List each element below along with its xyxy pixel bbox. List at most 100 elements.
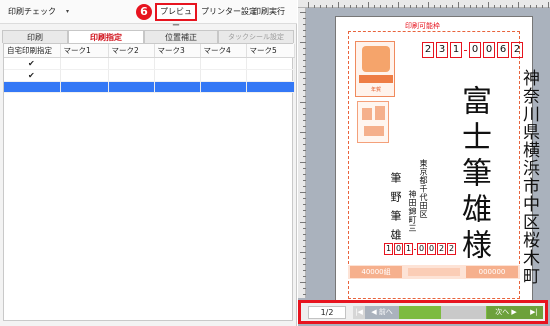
table-cell[interactable] [246,57,295,70]
ruler-tick [536,5,537,8]
lottery-strip: 40000組 000000 [348,265,520,279]
ruler-tick [300,72,306,73]
ruler-tick [303,216,306,217]
tab-position-adjust[interactable]: 位置補正 [144,30,218,43]
slider-thumb[interactable] [441,306,486,319]
tab-print-settings[interactable]: 印刷指定 [68,30,144,44]
table-cell[interactable] [108,81,155,93]
lottery-group-label: 40000組 [350,266,402,278]
table-cell[interactable] [200,57,247,70]
ruler-tick [332,5,333,8]
home-print-checkbox[interactable]: ✔ [28,71,35,80]
ruler-tick [362,5,363,8]
page-slider[interactable]: |◀ ◀ 前へ 次へ ▶ ▶| [353,306,543,319]
ruler-tick [434,5,435,8]
ruler-tick [300,252,306,253]
table-cell[interactable] [154,69,201,82]
ruler-tick [488,2,489,8]
table-cell[interactable] [200,69,247,82]
printer-settings-button[interactable]: プリンター設定 [201,6,257,18]
ruler-tick [542,5,543,8]
table-cell[interactable] [60,69,109,82]
tab-tack-seal[interactable]: タックシール設定 [218,30,294,43]
ruler-tick [300,42,306,43]
first-page-icon[interactable]: |◀ [353,306,365,319]
sender-name: 筆野筆雄 [389,172,402,248]
print-check-label: 印刷チェック [8,7,56,16]
ruler-tick [428,2,429,8]
ruler-tick [386,5,387,8]
ruler-tick [303,138,306,139]
grid-header-row: 自宅印刷指定 マーク1 マーク2 マーク3 マーク4 マーク5 [4,44,295,58]
prev-page-label: 前へ [378,308,393,316]
ruler-tick [440,5,441,8]
ruler-tick [303,48,306,49]
print-check-menu[interactable]: 印刷チェック [8,6,56,18]
settings-panel: 印刷チェック ▾ 6 プレビュー プリンター設定 印刷実行 印刷 印刷指定 位置… [0,0,297,326]
ruler-tick [303,270,306,271]
ruler-tick [308,2,309,8]
zip-digit: 0 [483,42,495,58]
ruler-tick [338,2,339,8]
ruler-tick [303,168,306,169]
col-header-mark3: マーク3 [154,44,201,58]
ruler-tick [300,192,306,193]
chevron-down-icon[interactable]: ▾ [66,6,69,18]
ruler-tick [344,5,345,8]
zip-digit: 2 [422,42,434,58]
tab-print[interactable]: 印刷 [2,30,68,43]
ruler-tick [303,126,306,127]
table-cell[interactable] [108,69,155,82]
print-run-button[interactable]: 印刷実行 [253,6,285,18]
last-page-icon[interactable]: ▶| [525,306,543,319]
ruler-tick [416,5,417,8]
table-cell[interactable] [246,81,295,93]
ruler-tick [303,240,306,241]
ruler-tick [303,294,306,295]
ruler-tick [303,78,306,79]
ruler-tick [500,5,501,8]
table-row-selected[interactable] [4,81,295,93]
preview-button[interactable]: プレビュー [155,3,197,30]
ruler-tick [303,84,306,85]
zip-digit: 2 [511,42,523,58]
ruler-tick [303,198,306,199]
zip-digit: 2 [447,243,456,255]
table-cell[interactable] [108,57,155,70]
ruler-tick [303,114,306,115]
recipient-zip-code: 2 3 1 0 0 6 2 [422,42,523,58]
ruler-tick [356,5,357,8]
ruler-tick [303,264,306,265]
table-cell[interactable] [60,81,109,93]
table-row[interactable]: ✔ [4,69,295,82]
zip-digit: 0 [427,243,436,255]
prev-page-button[interactable]: ◀ 前へ [365,306,399,319]
table-cell[interactable] [154,81,201,93]
ruler-tick [452,5,453,8]
table-cell[interactable] [200,81,247,93]
ruler-tick [326,5,327,8]
zip-digit: 1 [450,42,462,58]
table-row[interactable]: ✔ [4,57,295,70]
recipient-address: 神奈川県横浜市中区桜木町 [519,69,539,285]
ruler-tick [303,120,306,121]
prev-arrow-icon: ◀ [371,308,377,316]
ruler-tick [303,204,306,205]
printable-area-label: 印刷可能枠 [405,22,440,30]
table-cell[interactable] [246,69,295,82]
ruler-tick [404,5,405,8]
next-page-button[interactable]: 次へ ▶ [487,306,525,319]
table-cell[interactable] [60,57,109,70]
ruler-tick [368,2,369,8]
table-cell[interactable] [154,57,201,70]
stamp-illustration [362,46,390,72]
ruler-tick [303,66,306,67]
home-print-checkbox[interactable]: ✔ [28,59,35,68]
ruler-tick [470,5,471,8]
ruler-tick [410,5,411,8]
next-arrow-icon: ▶ [511,308,517,316]
ruler-tick [314,5,315,8]
page-indicator: 1/2 [308,306,346,319]
col-header-mark5: マーク5 [246,44,295,58]
ruler-tick [300,132,306,133]
